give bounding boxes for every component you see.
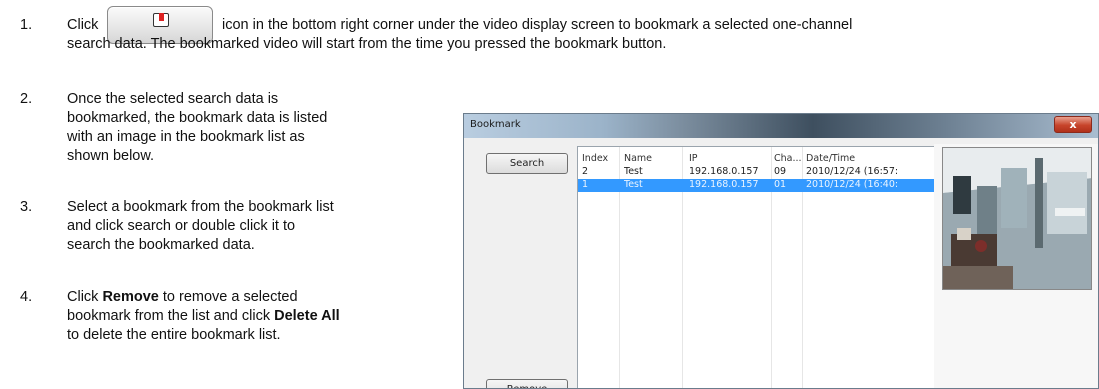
step-text: shown below. <box>67 148 155 164</box>
dialog-titlebar: Bookmark x <box>464 114 1098 138</box>
step-text: with an image in the bookmark list as <box>67 129 305 145</box>
step-number: 2. <box>20 91 33 107</box>
bookmark-icon <box>153 13 169 27</box>
remove-button[interactable]: Remove <box>486 379 568 388</box>
search-button[interactable]: Search <box>486 153 568 174</box>
row-ip: 192.168.0.157 <box>689 179 759 190</box>
step-number: 1. <box>20 17 33 33</box>
step-2: 2. Once the selected search data is book… <box>20 90 440 170</box>
step-1: 1. Click icon in the bottom right corner… <box>0 6 1099 58</box>
step-text: and click search or double click it to <box>67 218 296 234</box>
close-icon[interactable]: x <box>1054 116 1092 133</box>
step-text: search data. The bookmarked video will s… <box>67 36 667 52</box>
step-text: icon in the bottom right corner under th… <box>222 17 853 33</box>
step-text: Once the selected search data is <box>67 91 279 107</box>
row-index: 1 <box>582 179 589 190</box>
row-ip: 192.168.0.157 <box>689 166 759 177</box>
step-text-part: bookmark from the list and click <box>67 308 275 324</box>
list-header: Index Name IP Cha... Date/Time <box>578 153 934 166</box>
column-header-ip[interactable]: IP <box>689 153 698 164</box>
row-channel: 09 <box>774 166 787 177</box>
column-header-datetime[interactable]: Date/Time <box>806 153 855 164</box>
row-index: 2 <box>582 166 589 177</box>
remove-term: Remove <box>102 289 159 305</box>
step-text: search the bookmarked data. <box>67 237 255 253</box>
list-item[interactable]: 1 Test 192.168.0.157 01 2010/12/24 (16:4… <box>578 179 934 192</box>
bookmark-dialog: Bookmark x Search Remove Index Name IP C… <box>463 113 1099 389</box>
column-header-name[interactable]: Name <box>624 153 652 164</box>
column-header-index[interactable]: Index <box>582 153 608 164</box>
list-item[interactable]: 2 Test 192.168.0.157 09 2010/12/24 (16:5… <box>578 166 934 179</box>
row-datetime: 2010/12/24 (16:57: <box>806 166 899 177</box>
dialog-title: Bookmark <box>470 119 521 130</box>
row-name: Test <box>624 179 643 190</box>
row-name: Test <box>624 166 643 177</box>
step-text: bookmark from the list and click Delete … <box>67 307 340 326</box>
step-text: Click <box>67 17 99 33</box>
step-number: 3. <box>20 199 33 215</box>
row-datetime: 2010/12/24 (16:40: <box>806 179 899 190</box>
step-text: Click Remove to remove a selected <box>67 288 340 307</box>
step-number: 4. <box>20 289 33 305</box>
row-channel: 01 <box>774 179 787 190</box>
bookmark-list[interactable]: Index Name IP Cha... Date/Time 2 Test 19… <box>577 146 935 388</box>
step-text-part: Click <box>67 289 103 305</box>
step-text-part: to remove a selected <box>158 289 298 305</box>
video-thumbnail <box>942 147 1092 290</box>
delete-all-term: Delete All <box>274 308 340 324</box>
step-text: Select a bookmark from the bookmark list <box>67 199 334 215</box>
office-camera-image <box>943 148 1091 289</box>
step-text: bookmarked, the bookmark data is listed <box>67 110 328 126</box>
step-3: 3. Select a bookmark from the bookmark l… <box>20 198 440 258</box>
step-text: to delete the entire bookmark list. <box>67 327 281 343</box>
step-4: 4. Click Remove to remove a selected boo… <box>20 288 440 348</box>
column-header-channel[interactable]: Cha... <box>774 153 802 164</box>
